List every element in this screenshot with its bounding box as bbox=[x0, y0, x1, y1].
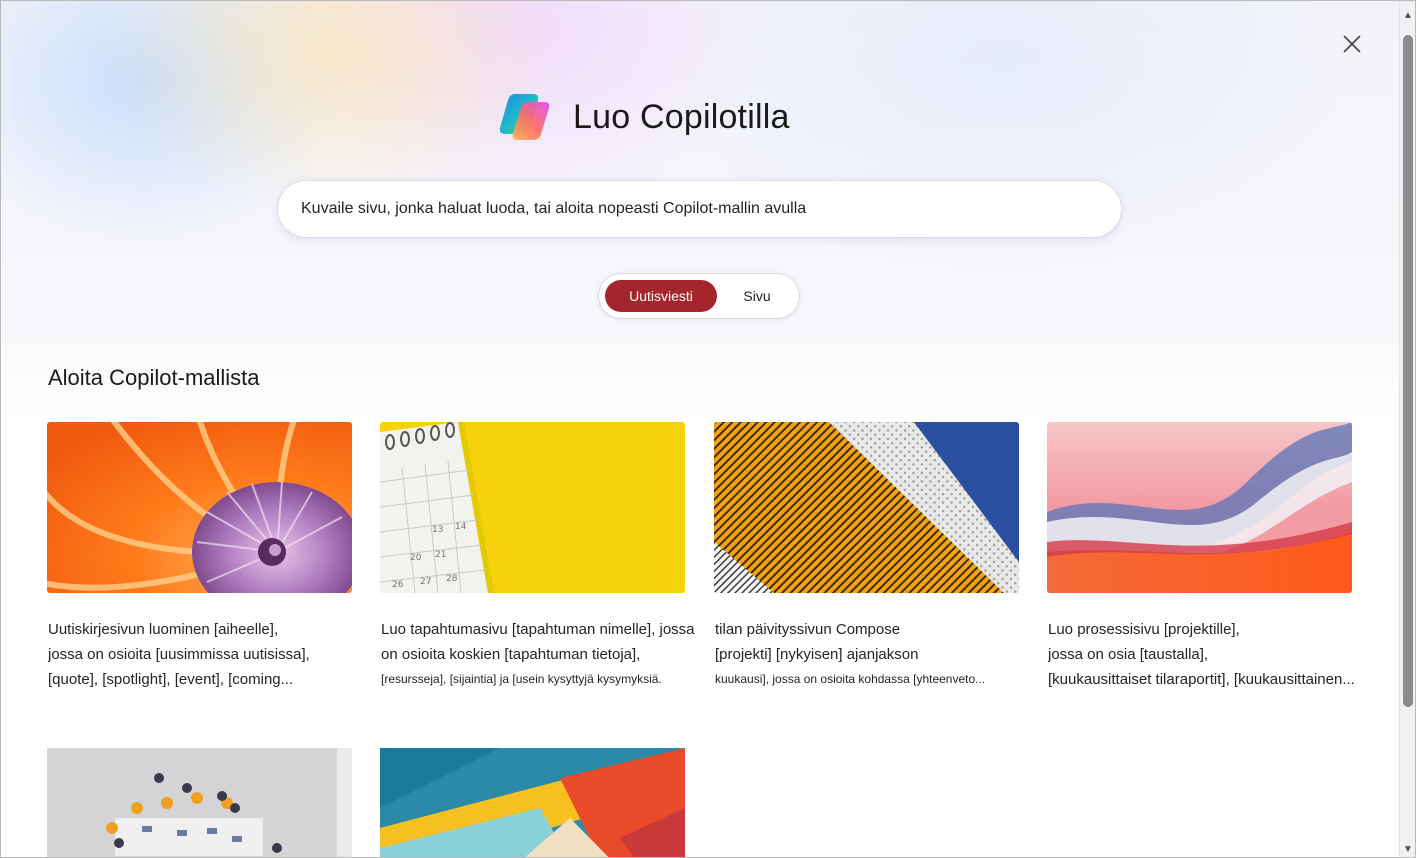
svg-text:26: 26 bbox=[392, 580, 404, 590]
copilot-logo-icon bbox=[499, 94, 550, 140]
card-description: tilan päivityssivun Compose [projekti] [… bbox=[714, 617, 1036, 691]
template-card-geometric[interactable] bbox=[380, 728, 685, 857]
svg-text:14: 14 bbox=[455, 522, 467, 532]
prompt-input[interactable]: Kuvaile sivu, jonka haluat luoda, tai al… bbox=[278, 181, 1121, 237]
toggle-option-page[interactable]: Sivu bbox=[721, 280, 793, 312]
card-line: [kuukausittaiset tilaraportit], [kuukaus… bbox=[1048, 671, 1355, 688]
card-line: Luo tapahtumasivu [tapahtuman nimelle], … bbox=[381, 621, 695, 638]
svg-text:27: 27 bbox=[420, 577, 431, 587]
svg-text:20: 20 bbox=[410, 553, 422, 563]
card-description: Uutiskirjesivun luominen [aiheelle], jos… bbox=[47, 617, 369, 692]
prompt-placeholder: Kuvaile sivu, jonka haluat luoda, tai al… bbox=[301, 200, 807, 217]
card-line: Uutiskirjesivun luominen [aiheelle], bbox=[48, 621, 279, 638]
card-line: [projekti] [nykyisen] ajanjakson bbox=[715, 646, 919, 663]
card-line: [resursseja], [sijaintia] ja [usein kysy… bbox=[381, 672, 662, 686]
card-line: on osioita koskien [tapahtuman tietoja], bbox=[381, 646, 641, 663]
template-card-meeting[interactable] bbox=[47, 728, 352, 857]
toggle-option-news-post[interactable]: Uutisviesti bbox=[605, 280, 717, 312]
dialog-header: Luo Copilotilla bbox=[497, 87, 790, 147]
card-line: tilan päivityssivun Compose bbox=[715, 621, 901, 638]
card-line: jossa on osia [taustalla], bbox=[1048, 646, 1209, 663]
vertical-scrollbar[interactable]: ▲ ▼ bbox=[1399, 1, 1415, 857]
template-card-process[interactable]: Luo prosessisivu [projektille], jossa on… bbox=[1047, 422, 1355, 692]
card-image-abstract-wave bbox=[1047, 422, 1352, 593]
card-description: Luo prosessisivu [projektille], jossa on… bbox=[1047, 617, 1369, 692]
card-image-office-meeting bbox=[47, 728, 352, 857]
card-image-calendar: 13 14 20 21 26 27 28 bbox=[380, 422, 685, 593]
card-description: Luo tapahtumasivu [tapahtuman nimelle], … bbox=[380, 617, 702, 691]
template-card-event[interactable]: 13 14 20 21 26 27 28 Luo tapahtumasivu [tapa… bbox=[380, 422, 695, 691]
close-icon bbox=[1343, 35, 1361, 53]
template-card-status-update[interactable]: tilan päivityssivun Compose [projekti] [… bbox=[714, 422, 1019, 691]
card-image-geometric bbox=[380, 728, 685, 857]
scroll-down-arrow-icon[interactable]: ▼ bbox=[1402, 843, 1414, 855]
template-card-newsletter[interactable]: Uutiskirjesivun luominen [aiheelle], jos… bbox=[47, 422, 352, 692]
close-button[interactable] bbox=[1339, 31, 1365, 57]
card-image-nautilus bbox=[47, 422, 352, 593]
svg-text:21: 21 bbox=[435, 550, 446, 560]
dialog-title: Luo Copilotilla bbox=[573, 97, 790, 136]
card-line: jossa on osioita [uusimmissa uutisissa], bbox=[48, 646, 310, 663]
templates-heading: Aloita Copilot-mallista bbox=[48, 365, 260, 390]
card-line: Luo prosessisivu [projektille], bbox=[1048, 621, 1240, 638]
svg-text:28: 28 bbox=[446, 574, 458, 584]
scroll-up-arrow-icon[interactable]: ▲ bbox=[1402, 9, 1414, 21]
card-image-building bbox=[714, 422, 1019, 593]
copilot-create-dialog: Luo Copilotilla Kuvaile sivu, jonka halu… bbox=[0, 0, 1416, 858]
content-type-toggle: Uutisviesti Sivu bbox=[599, 274, 799, 318]
card-line: kuukausi], jossa on osioita kohdassa [yh… bbox=[715, 672, 986, 686]
card-line: [quote], [spotlight], [event], [coming..… bbox=[48, 671, 294, 688]
scroll-thumb[interactable] bbox=[1403, 35, 1413, 707]
svg-text:13: 13 bbox=[432, 525, 443, 535]
